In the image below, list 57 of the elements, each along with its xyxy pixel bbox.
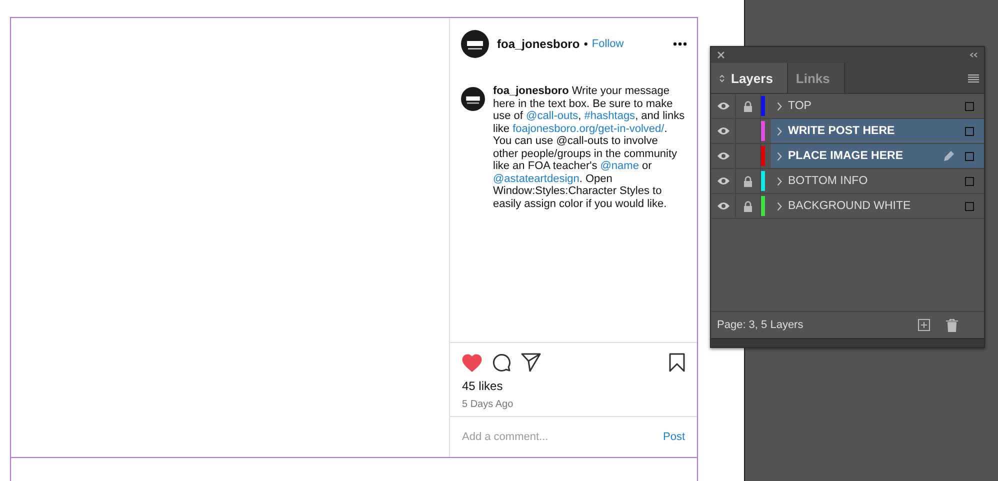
selection-square-icon[interactable] xyxy=(965,102,974,110)
layer-name: TOP xyxy=(788,100,812,112)
link[interactable]: foajonesboro.org/get-in-volved/ xyxy=(512,122,664,134)
resize-grip[interactable] xyxy=(711,338,984,347)
more-icon[interactable] xyxy=(673,42,687,46)
bookmark-icon[interactable] xyxy=(669,353,685,372)
collapse-icon[interactable] xyxy=(969,52,978,58)
eye-icon[interactable] xyxy=(716,102,730,110)
send-icon[interactable] xyxy=(521,353,541,372)
layer-row[interactable]: WRITE POST HERE xyxy=(771,119,984,143)
username[interactable]: foa_jonesboro xyxy=(497,37,580,51)
layer-row[interactable]: BACKGROUND WHITE xyxy=(771,194,984,218)
lock-icon[interactable] xyxy=(743,100,753,112)
lock-icon[interactable] xyxy=(743,200,753,212)
lock-icon[interactable] xyxy=(743,176,753,186)
avatar-icon xyxy=(461,30,489,58)
selection-square-icon[interactable] xyxy=(965,152,974,160)
expand-icon[interactable] xyxy=(777,152,782,160)
eye-icon[interactable] xyxy=(716,127,730,135)
heart-icon[interactable] xyxy=(462,354,482,372)
likes-count: 45 likes xyxy=(462,379,504,393)
link[interactable]: @astateartdesign xyxy=(493,172,580,184)
menu-icon[interactable] xyxy=(968,74,979,82)
layer-row[interactable]: PLACE IMAGE HERE xyxy=(771,144,984,168)
eye-icon[interactable] xyxy=(716,177,730,185)
post-time: 5 Days Ago xyxy=(462,399,514,410)
link[interactable]: @name xyxy=(600,160,639,172)
link[interactable]: @call-outs xyxy=(526,110,578,122)
selection-square-icon[interactable] xyxy=(965,126,974,136)
layer-name: WRITE POST HERE xyxy=(788,125,895,137)
panel-tab[interactable]: Links xyxy=(788,63,845,93)
layer-row[interactable]: TOP xyxy=(771,94,984,118)
layer-name: BOTTOM INFO xyxy=(788,175,868,187)
caption-text: foa_jonesboro Write your message here in the text box. Be sure to make use of @call-outs, #hashtags, and links like foajonesboro.org/get-in-volved/. You can use @call-outs to involve other people/groups in the community like an FOA teacher's @name or @astateartdesign. Open Window:Styles:Character Styles to easily assign color if you would like. xyxy=(493,85,685,212)
expand-icon[interactable] xyxy=(777,176,782,186)
link[interactable]: #hashtags xyxy=(584,110,636,122)
avatar-icon xyxy=(461,87,485,111)
close-icon[interactable] xyxy=(717,51,725,59)
eye-icon[interactable] xyxy=(716,152,730,160)
expand-icon[interactable] xyxy=(777,126,782,136)
selection-square-icon[interactable] xyxy=(965,176,974,186)
layer-name: BACKGROUND WHITE xyxy=(788,200,911,212)
separator-dot: • xyxy=(584,37,588,51)
follow-link[interactable]: Follow xyxy=(592,38,624,50)
eye-icon[interactable] xyxy=(716,202,730,210)
expand-icon[interactable] xyxy=(777,102,782,110)
trash-icon[interactable] xyxy=(946,318,958,332)
layer-status: Page: 3, 5 Layers xyxy=(717,319,804,331)
new-layer-icon[interactable] xyxy=(918,318,930,332)
panel-tab[interactable]: Layers xyxy=(711,63,788,93)
expand-icon[interactable] xyxy=(777,202,782,210)
selection-square-icon[interactable] xyxy=(965,202,974,210)
post-button[interactable]: Post xyxy=(662,431,685,443)
comment-icon[interactable] xyxy=(492,353,511,372)
layer-name: PLACE IMAGE HERE xyxy=(788,150,904,162)
sort-icon xyxy=(719,74,725,82)
layer-row[interactable]: BOTTOM INFO xyxy=(771,169,984,193)
